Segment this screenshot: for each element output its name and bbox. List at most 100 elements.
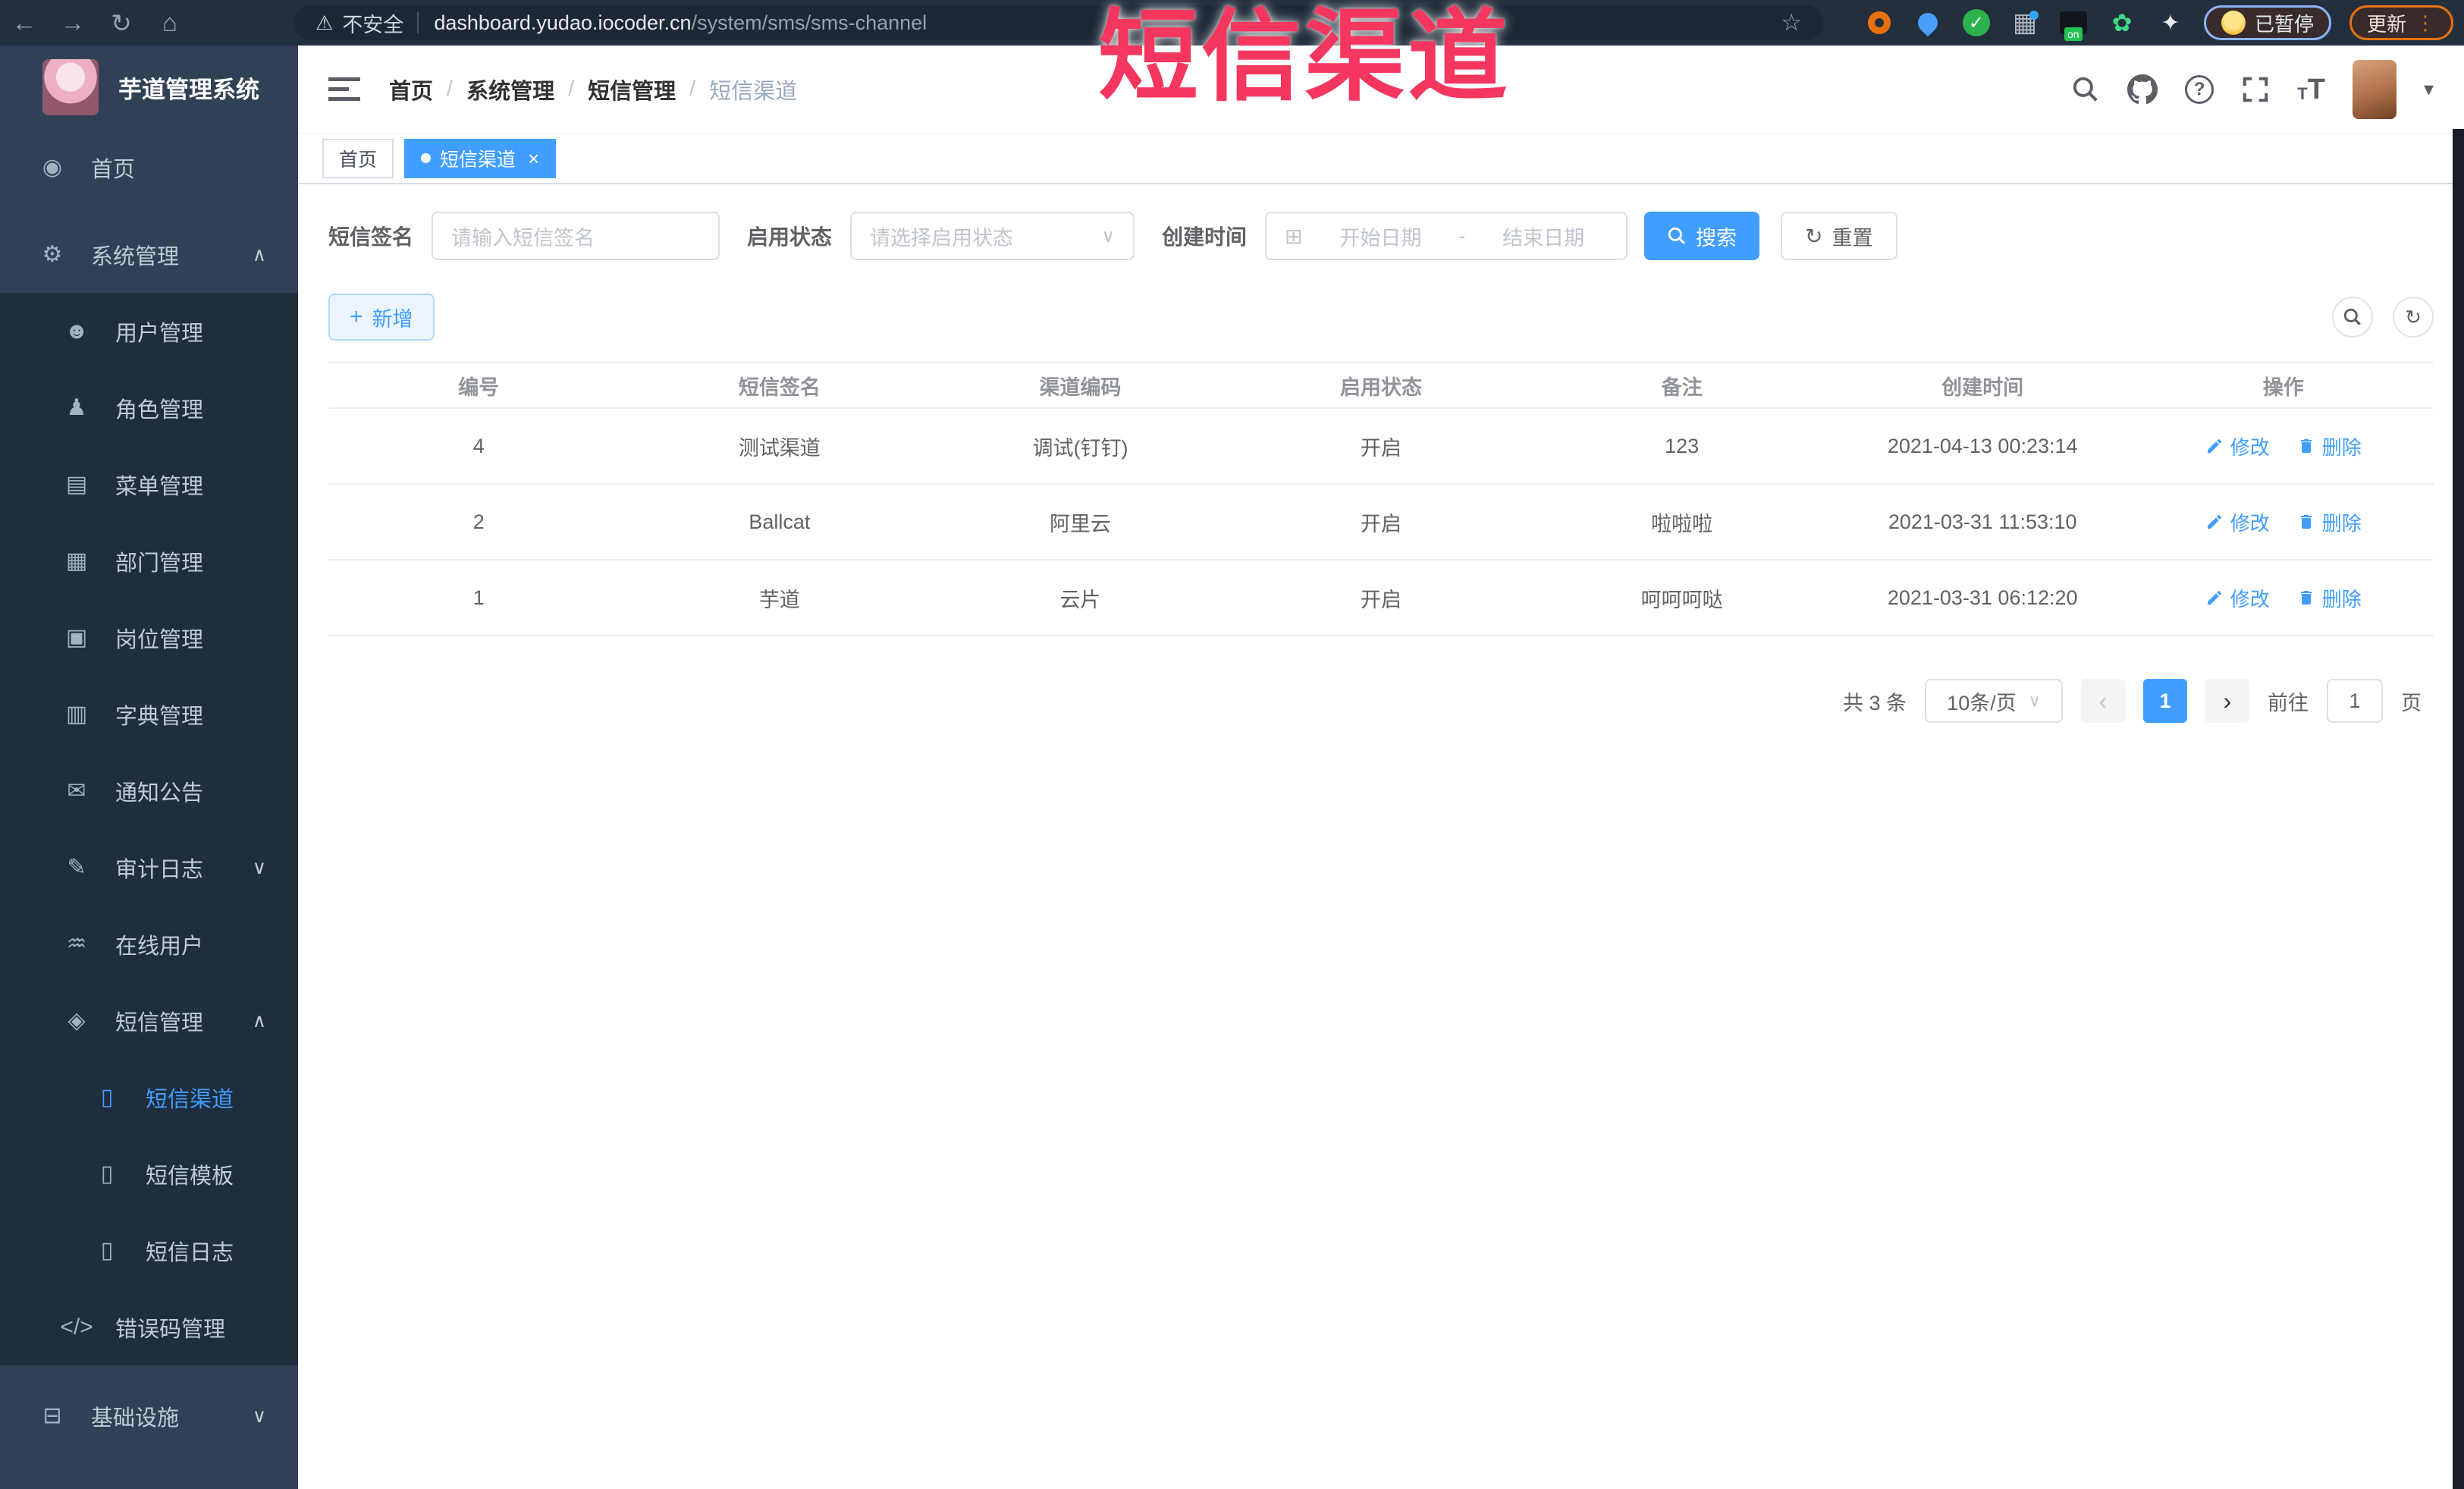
page-scrollbar[interactable]	[2453, 129, 2464, 1489]
goto-page-input[interactable]: 1	[2327, 679, 2383, 723]
toggle-search-button[interactable]	[2332, 297, 2373, 338]
reset-button[interactable]: ↻ 重置	[1781, 212, 1897, 260]
edit-link[interactable]: 修改	[2205, 508, 2270, 536]
column-header: 编号	[458, 375, 500, 399]
cell-code: 阿里云	[1049, 512, 1111, 536]
extension-grid-icon[interactable]: ▦	[2010, 8, 2040, 38]
github-icon[interactable]	[2127, 74, 2158, 105]
address-bar[interactable]: ⚠ 不安全 dashboard.yudao.iocoder.cn /system…	[294, 5, 1823, 40]
sidebar-item-dict-mgmt[interactable]: ▥ 字典管理	[0, 676, 298, 752]
sidebar-item-notice[interactable]: ✉ 通知公告	[0, 752, 298, 829]
sidebar-item-user-mgmt[interactable]: ☻ 用户管理	[0, 293, 298, 369]
next-page-button[interactable]: ›	[2205, 679, 2249, 723]
browser-back-button[interactable]: ←	[0, 8, 49, 37]
browser-forward-button[interactable]: →	[49, 8, 97, 37]
sidebar: 芋道管理系统 ◉ 首页 ⚙ 系统管理 ∧ ☻ 用户管理 ♟ 角色管理 ▤ 菜单管理 ▦ 部门管理 ▣ 岗位管…	[0, 46, 298, 1489]
browser-home-button[interactable]: ⌂	[146, 8, 194, 37]
browser-menu-dots-icon[interactable]: ⋮	[2415, 11, 2436, 35]
start-date-placeholder: 开始日期	[1339, 226, 1422, 250]
status-filter-select[interactable]: 请选择启用状态 ∨	[850, 212, 1135, 260]
hamburger-icon[interactable]	[328, 76, 360, 103]
sign-filter-label: 短信签名	[328, 225, 414, 249]
status-filter-placeholder: 请选择启用状态	[870, 226, 1014, 250]
help-icon[interactable]: ?	[2185, 74, 2214, 104]
delete-link[interactable]: 删除	[2297, 432, 2362, 460]
sidebar-item-sms-log[interactable]: ▯ 短信日志	[0, 1212, 298, 1289]
breadcrumb-current: 短信渠道	[709, 79, 798, 104]
sidebar-item-menu-mgmt[interactable]: ▤ 菜单管理	[0, 446, 298, 523]
breadcrumb-link[interactable]: 短信管理	[588, 74, 676, 105]
page-size-value: 10条/页	[1947, 691, 2017, 715]
url-path: /system/sms/sms-channel	[691, 11, 928, 34]
add-button[interactable]: + 新增	[328, 294, 435, 341]
cell-code: 云片	[1059, 588, 1101, 611]
browser-reload-button[interactable]: ↻	[97, 8, 146, 38]
sidebar-item-sms-channel[interactable]: ▯ 短信渠道	[0, 1059, 298, 1136]
sidebar-item-sms-mgmt[interactable]: ◈ 短信管理 ∧	[0, 982, 298, 1059]
cell-remark: 呵呵呵哒	[1640, 588, 1723, 611]
sidebar-item-infrastructure[interactable]: ⊟ 基础设施 ∨	[0, 1377, 298, 1454]
font-size-icon[interactable]: TT	[2297, 75, 2325, 104]
breadcrumb-link[interactable]: 系统管理	[466, 74, 554, 105]
refresh-table-button[interactable]: ↻	[2393, 297, 2434, 338]
current-page-button[interactable]: 1	[2143, 679, 2187, 723]
pagination-total: 共 3 条	[1842, 691, 1907, 715]
cell-sign: 测试渠道	[738, 436, 821, 460]
user-avatar[interactable]	[2352, 59, 2397, 119]
sidebar-item-label: 短信模板	[146, 1164, 234, 1189]
edit-link[interactable]: 修改	[2205, 432, 2270, 460]
sidebar-item-audit-log[interactable]: ✎ 审计日志 ∨	[0, 829, 298, 906]
security-warning-icon: ⚠	[315, 11, 334, 34]
sidebar-item-online-users[interactable]: ♒ 在线用户	[0, 906, 298, 982]
header-search-icon[interactable]	[2071, 75, 2100, 104]
extension-dark-on-icon[interactable]: on	[2058, 8, 2089, 41]
extension-leaf-icon[interactable]: ✿	[2107, 8, 2137, 38]
sidebar-item-role-mgmt[interactable]: ♟ 角色管理	[0, 369, 298, 446]
tab-close-icon[interactable]: ×	[528, 149, 539, 168]
delete-link[interactable]: 删除	[2297, 584, 2362, 612]
bookmark-star-icon[interactable]: ☆	[1781, 9, 1802, 36]
delete-link[interactable]: 删除	[2297, 508, 2362, 536]
fullscreen-icon[interactable]	[2241, 75, 2270, 104]
prev-page-button[interactable]: ‹	[2081, 679, 2125, 723]
extension-green-check-icon[interactable]: ✓	[1961, 8, 1992, 38]
sms-icon: ◈	[67, 1008, 86, 1033]
date-range-picker[interactable]: ⊞ 开始日期 - 结束日期	[1265, 212, 1628, 260]
extension-orange-icon[interactable]	[1864, 8, 1894, 38]
edit-link[interactable]: 修改	[2205, 584, 2270, 612]
phone-icon: ▯	[100, 1161, 114, 1186]
sidebar-item-sms-template[interactable]: ▯ 短信模板	[0, 1136, 298, 1212]
time-filter-label: 创建时间	[1162, 225, 1248, 249]
app-logo-row[interactable]: 芋道管理系统	[0, 46, 298, 129]
tab-home[interactable]: 首页	[322, 138, 394, 178]
avatar-caret-down-icon[interactable]: ▾	[2424, 77, 2434, 101]
page-size-select[interactable]: 10条/页 ∨	[1925, 679, 2063, 723]
cell-remark: 123	[1665, 434, 1700, 457]
address-divider	[417, 12, 419, 33]
extensions-puzzle-icon[interactable]: ✦	[2155, 8, 2186, 38]
profile-paused-pill[interactable]: 已暂停	[2203, 5, 2331, 40]
table-row: 1 芋道 云片 开启 呵呵呵哒 2021-03-31 06:12:20 修改 删…	[328, 561, 2434, 636]
sidebar-item-system-mgmt[interactable]: ⚙ 系统管理 ∧	[0, 216, 298, 293]
cell-actions: 修改 删除	[2133, 432, 2434, 460]
role-icon: ♟	[66, 395, 87, 420]
sign-filter-placeholder: 请输入短信签名	[451, 226, 595, 250]
url-host: dashboard.yudao.iocoder.cn	[434, 11, 692, 34]
search-button[interactable]: 搜索	[1644, 212, 1760, 260]
chevron-up-icon: ∧	[252, 243, 266, 265]
sidebar-item-post-mgmt[interactable]: ▣ 岗位管理	[0, 599, 298, 676]
sign-filter-input[interactable]: 请输入短信签名	[432, 212, 720, 260]
sidebar-item-label: 错误码管理	[115, 1317, 226, 1342]
sidebar-item-home[interactable]: ◉ 首页	[0, 129, 298, 206]
extension-pin-icon[interactable]	[1913, 8, 1943, 38]
chevron-down-icon: ∨	[252, 856, 266, 878]
tab-sms-channel[interactable]: 短信渠道 ×	[404, 138, 557, 178]
column-header: 启用状态	[1340, 375, 1423, 399]
sidebar-item-dept-mgmt[interactable]: ▦ 部门管理	[0, 523, 298, 599]
table-body: 4 测试渠道 调试(钉钉) 开启 123 2021-04-13 00:23:14…	[328, 409, 2434, 636]
dashboard-icon: ◉	[42, 155, 63, 180]
browser-update-button[interactable]: 更新 ⋮	[2349, 5, 2453, 40]
breadcrumb-link[interactable]: 首页	[389, 74, 433, 105]
sidebar-item-error-code[interactable]: </> 错误码管理	[0, 1289, 298, 1365]
sms-channel-table: 编号 短信签名 渠道编码 启用状态 备注 创建时间 操作 4 测试渠道 调试(钉钉) 开启 …	[328, 362, 2434, 636]
